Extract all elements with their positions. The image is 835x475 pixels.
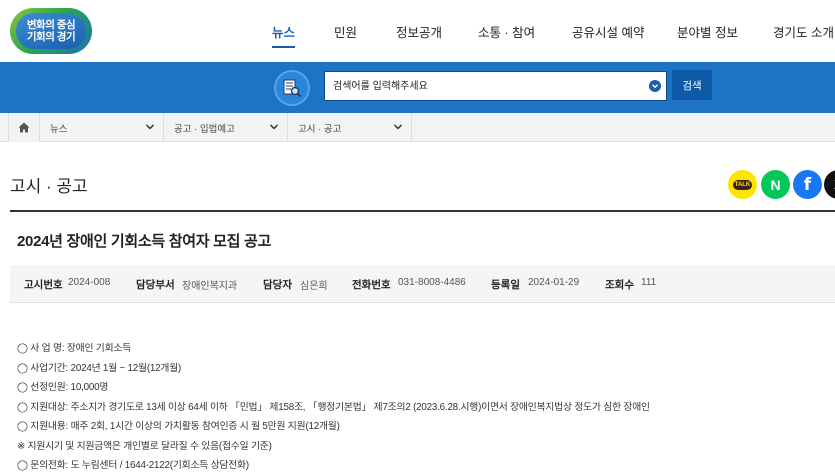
meta-value-contact-person: 심은희	[300, 281, 328, 292]
meta-label-phone: 전화번호	[352, 279, 391, 291]
post-meta: 고시번호 2024-008 담당부서 장애인복지과 담당자 심은희 전화번호 0…	[10, 265, 835, 303]
page-title: 고시 · 공고	[10, 177, 88, 196]
x-share-icon[interactable]: X	[824, 170, 835, 199]
kakaotalk-share-icon[interactable]: TALK	[728, 170, 757, 199]
nav-field-info[interactable]: 분야별 정보	[677, 22, 738, 41]
breadcrumb-label: 뉴스	[50, 123, 68, 135]
search-button[interactable]: 검색	[672, 70, 712, 100]
meta-value-notice-no: 2024-008	[68, 277, 111, 288]
chevron-down-icon	[269, 124, 279, 130]
divider	[10, 210, 835, 212]
search-input-wrapper	[324, 71, 667, 101]
meta-label-department: 담당부서	[136, 279, 175, 291]
chevron-down-icon[interactable]	[649, 80, 661, 92]
search-bar: 검색	[0, 62, 835, 113]
nav-about-gyeonggi[interactable]: 경기도 소개	[773, 22, 834, 41]
chevron-down-icon	[393, 124, 403, 130]
body-line: ◯ 사 업 명: 장애인 기회소득	[17, 343, 132, 354]
meta-value-reg-date: 2024-01-29	[528, 277, 580, 288]
nav-facility-reservation[interactable]: 공유시설 예약	[572, 22, 644, 41]
meta-label-contact-person: 담당자	[263, 279, 292, 291]
meta-value-phone: 031-8008-4486	[398, 277, 466, 288]
facebook-share-icon[interactable]: f	[793, 170, 822, 199]
chevron-down-icon	[145, 124, 155, 130]
body-line: ◯ 문의전화: 도 누림센터 / 1644-2122(기회소득 상담전화)	[17, 460, 249, 471]
meta-value-views: 111	[641, 277, 657, 288]
body-line: ◯ 선정인원: 10,000명	[17, 382, 109, 393]
body-line: ◯ 지원대상: 주소지가 경기도로 13세 이상 64세 이하 「민법」 제15…	[17, 401, 650, 413]
breadcrumb-item-news[interactable]: 뉴스	[40, 113, 164, 142]
breadcrumb-item-announcement[interactable]: 고시 · 공고	[288, 113, 412, 142]
breadcrumb-label: 고시 · 공고	[298, 123, 342, 135]
site-logo[interactable]: 변화의 중심 기회의 경기	[10, 8, 92, 54]
nav-info-disclosure[interactable]: 정보공개	[396, 22, 442, 41]
search-input[interactable]	[325, 72, 666, 100]
meta-value-department: 장애인복지과	[182, 281, 238, 292]
body-line: ◯ 사업기간: 2024년 1월 ~ 12월(12개월)	[17, 362, 182, 374]
breadcrumb: 뉴스 공고 · 입법예고 고시 · 공고	[0, 113, 835, 142]
naver-share-icon[interactable]: N	[761, 170, 790, 199]
body-line: ※ 지원시기 및 지원금액은 개인별로 달라질 수 있음(접수일 기준)	[17, 440, 272, 452]
nav-civil-petition[interactable]: 민원	[334, 22, 357, 41]
body-line: ◯ 지원내용: 매주 2회, 1시간 이상의 가치활동 참여인증 시 월 5만원…	[17, 421, 340, 432]
breadcrumb-label: 공고 · 입법예고	[174, 123, 235, 135]
document-search-icon	[274, 70, 310, 106]
nav-communication[interactable]: 소통 · 참여	[478, 22, 535, 41]
post-title: 2024년 장애인 기회소득 참여자 모집 공고	[17, 233, 272, 250]
kakao-label: TALK	[732, 179, 753, 190]
logo-line-1: 변화의 중심	[26, 19, 76, 31]
site-header: 변화의 중심 기회의 경기 뉴스 민원 정보공개 소통 · 참여 공유시설 예약…	[0, 0, 835, 62]
nav-news[interactable]: 뉴스	[272, 22, 296, 48]
breadcrumb-item-notice[interactable]: 공고 · 입법예고	[164, 113, 288, 142]
main-nav: 뉴스 민원 정보공개 소통 · 참여 공유시설 예약 분야별 정보 경기도 소개	[250, 0, 835, 62]
home-icon[interactable]	[8, 113, 40, 142]
meta-label-views: 조회수	[605, 279, 634, 291]
meta-label-notice-no: 고시번호	[24, 279, 63, 291]
logo-line-2: 기회의 경기	[26, 31, 76, 43]
meta-label-reg-date: 등록일	[491, 279, 520, 291]
